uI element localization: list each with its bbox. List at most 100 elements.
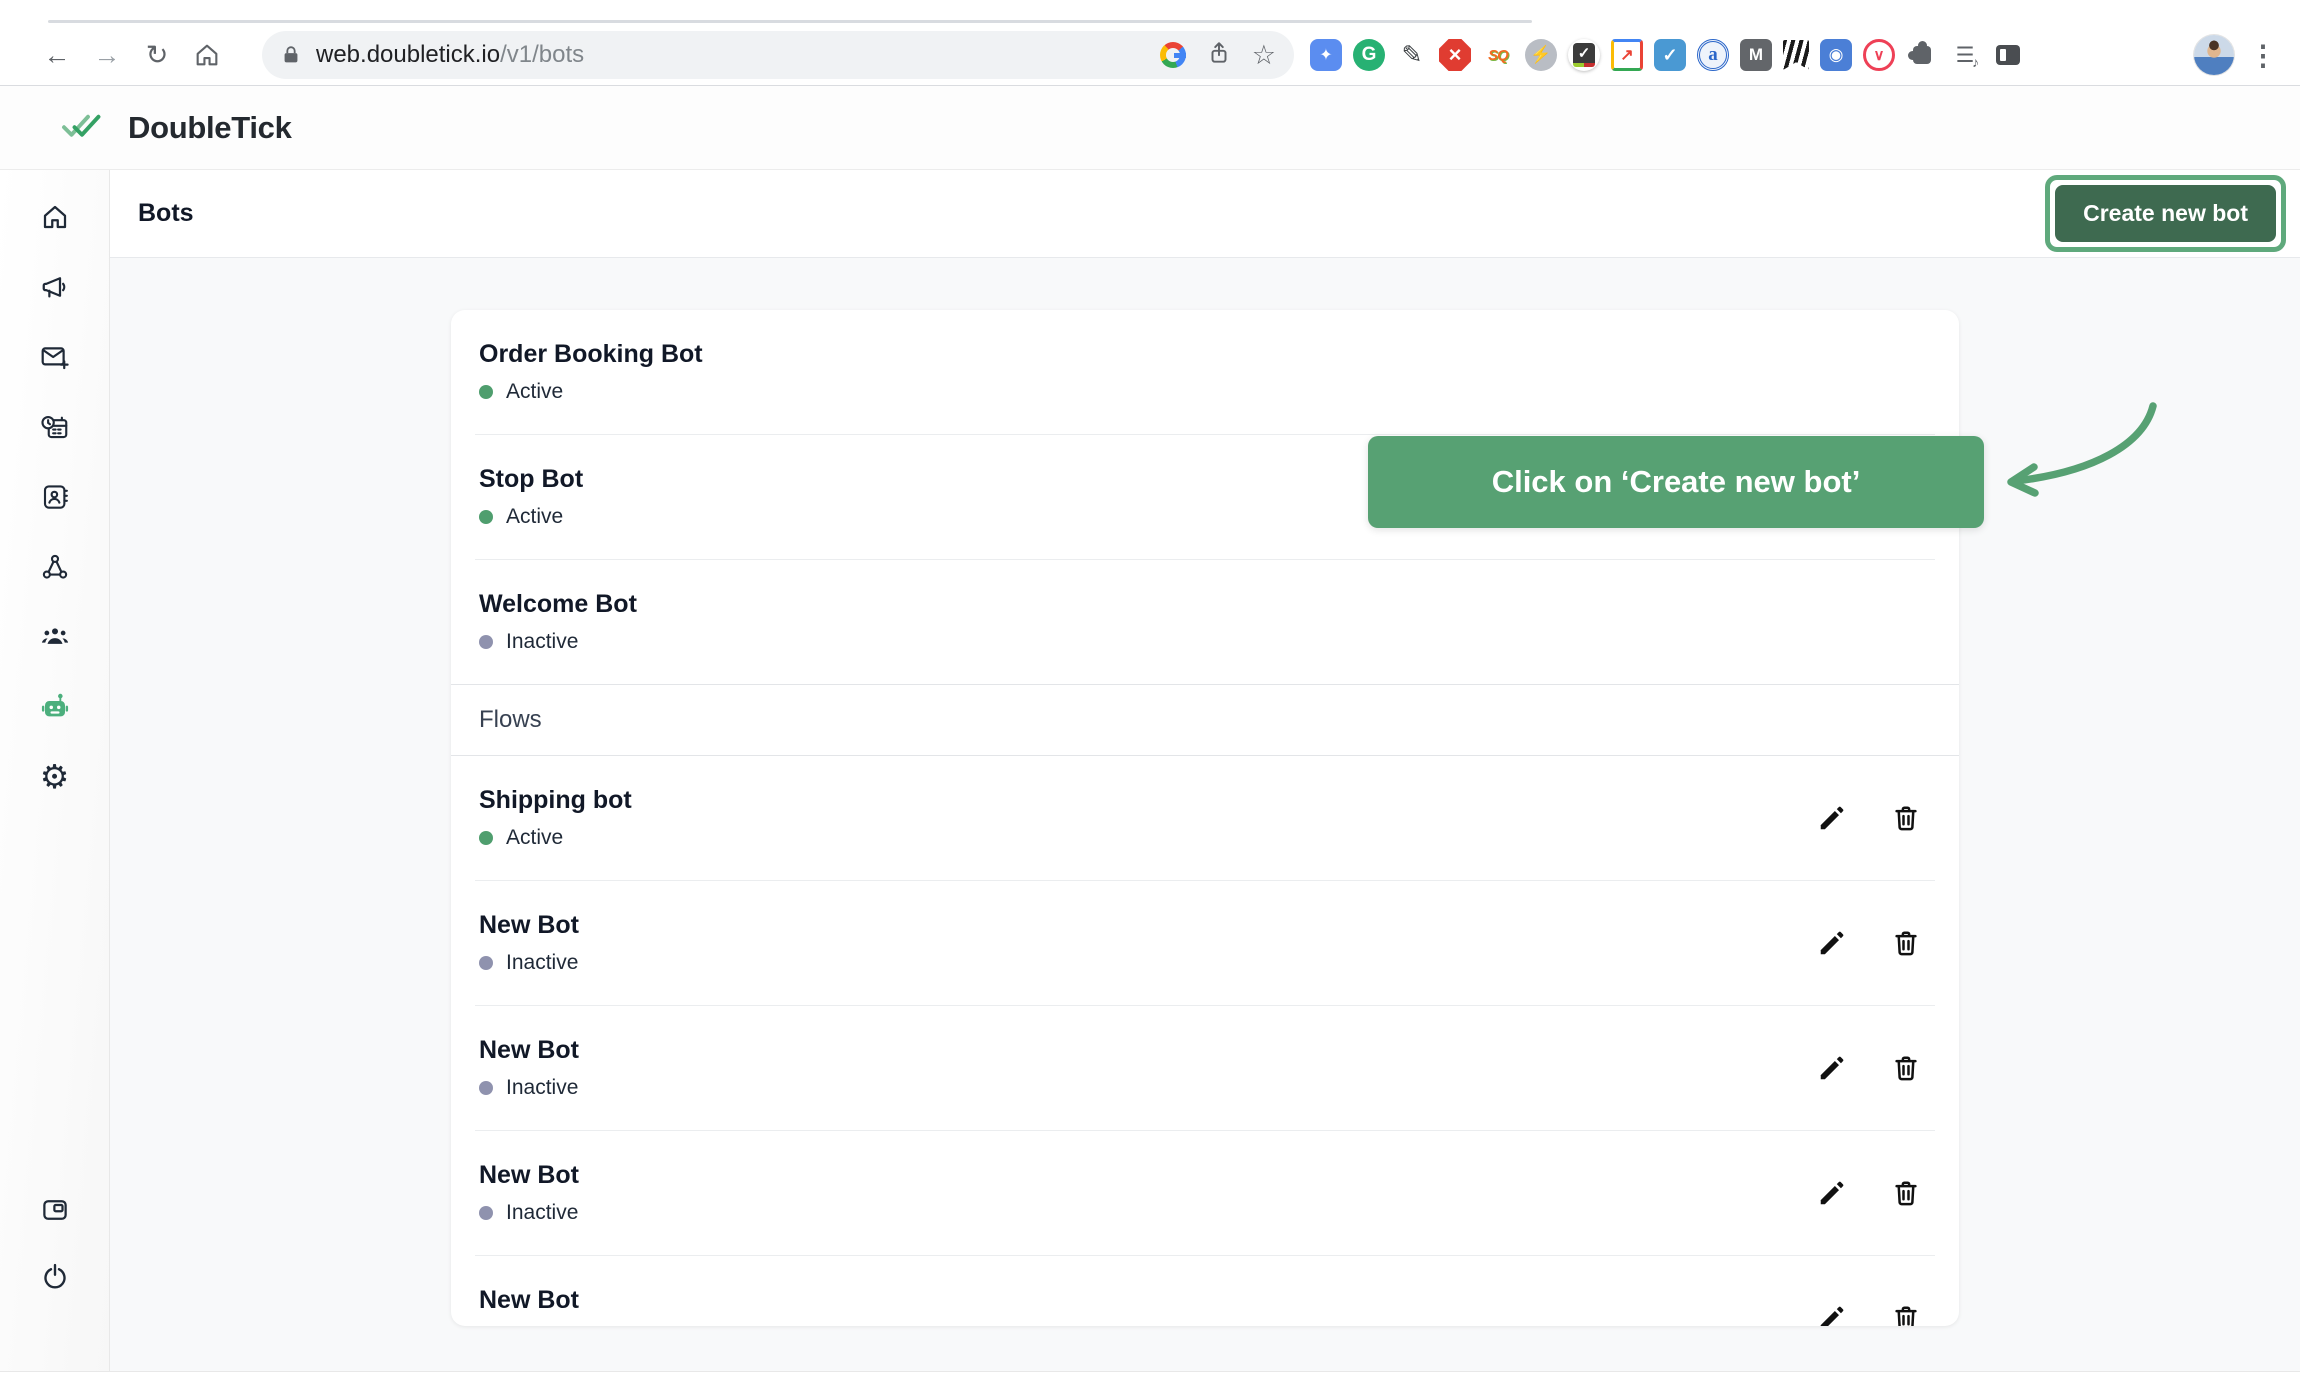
extensions-row: [1310, 39, 2024, 71]
bluecheck-icon[interactable]: [1654, 39, 1686, 71]
delete-bot-button[interactable]: [1891, 1053, 1921, 1083]
url-text: web.doubletick.io/v1/bots: [316, 41, 585, 68]
browser-window: ← → ↻ web.doubletick.io/v1/bots ☆ ✦ G ✎ …: [0, 0, 2300, 1372]
delete-bot-button[interactable]: [1891, 928, 1921, 958]
back-icon[interactable]: ←: [36, 34, 78, 76]
reload-icon[interactable]: ↻: [136, 34, 178, 76]
create-new-bot-button[interactable]: Create new bot: [2055, 185, 2276, 242]
flag-icon[interactable]: [1783, 40, 1809, 70]
image-icon[interactable]: [1611, 39, 1643, 71]
bot-status: Inactive: [479, 951, 579, 975]
page-header: Bots Create new bot: [110, 170, 2300, 258]
forward-icon[interactable]: →: [86, 34, 128, 76]
coach-arrow-icon: [2007, 402, 2157, 497]
browser-toolbar: ← → ↻ web.doubletick.io/v1/bots ☆: [0, 24, 2300, 86]
status-dot: [479, 385, 493, 399]
status-label: Inactive: [506, 1201, 579, 1224]
edit-bot-button[interactable]: [1817, 1178, 1847, 1208]
edit-bot-button[interactable]: [1817, 1053, 1847, 1083]
status-label: Active: [506, 826, 564, 849]
bot-actions: [1817, 1053, 1931, 1083]
side-panel-icon[interactable]: [33, 1195, 77, 1225]
content-area: Bots Create new bot Order Booking Bot Ac…: [110, 170, 2300, 1371]
sidebar-nav: ⚙: [0, 170, 110, 1371]
bot-actions: [1817, 928, 1931, 958]
status-label: Inactive: [506, 951, 579, 974]
bot-status: Active: [479, 380, 703, 404]
section-header: Flows: [451, 684, 1959, 756]
google-icon[interactable]: [1159, 42, 1186, 68]
puzzle-icon[interactable]: [1906, 39, 1938, 71]
bot-actions: [1817, 1178, 1931, 1208]
bot-info: Stop Bot Active: [479, 465, 583, 529]
a-circle-icon[interactable]: [1697, 39, 1729, 71]
grammarly-icon[interactable]: [1353, 39, 1385, 71]
tab-strip-edge: [48, 20, 1532, 23]
edit-bot-button[interactable]: [1817, 1303, 1847, 1326]
sidebar-bottom-group: [33, 1195, 77, 1291]
megaphone-icon[interactable]: [33, 272, 77, 302]
bot-title: Welcome Bot: [479, 590, 637, 618]
bot-status: Inactive: [479, 630, 637, 654]
bot-info: New Bot Inactive: [479, 1036, 579, 1100]
bot-row: New Bot Inactive: [451, 881, 1959, 1005]
bot-info: Order Booking Bot Active: [479, 340, 703, 404]
checker-icon[interactable]: [1568, 39, 1600, 71]
kebab-icon[interactable]: [2248, 34, 2278, 76]
url-bar[interactable]: web.doubletick.io/v1/bots ☆: [262, 31, 1294, 79]
bot-info: Welcome Bot Inactive: [479, 590, 637, 654]
bot-status: Inactive: [479, 1076, 579, 1100]
double-check-icon: [58, 107, 106, 148]
status-dot: [479, 635, 493, 649]
delete-bot-button[interactable]: [1891, 803, 1921, 833]
bot-info: New Bot Inactive: [479, 911, 579, 975]
podcast-icon[interactable]: [1820, 39, 1852, 71]
delete-bot-button[interactable]: [1891, 1303, 1921, 1326]
avatar[interactable]: [2194, 35, 2234, 75]
m-icon[interactable]: [1740, 39, 1772, 71]
delete-bot-button[interactable]: [1891, 1178, 1921, 1208]
bot-row: Welcome Bot Inactive: [451, 560, 1959, 684]
bot-title: New Bot: [479, 1036, 579, 1064]
brand-title: DoubleTick: [128, 109, 292, 145]
edit-bot-button[interactable]: [1817, 803, 1847, 833]
status-dot: [479, 1206, 493, 1220]
playlist-icon[interactable]: [1949, 39, 1981, 71]
bot-row: Shipping bot Active: [451, 756, 1959, 880]
status-label: Inactive: [506, 630, 579, 653]
star-icon[interactable]: ☆: [1252, 41, 1276, 69]
bot-actions: [1817, 1303, 1931, 1326]
status-dot: [479, 956, 493, 970]
bolt-icon[interactable]: [1525, 39, 1557, 71]
bot-info: Shipping bot Active: [479, 786, 632, 850]
eyedropper-icon[interactable]: [1396, 39, 1428, 71]
mail-plus-icon[interactable]: [33, 342, 77, 372]
sq-icon[interactable]: [1482, 39, 1514, 71]
chrome-right-group: [2194, 34, 2286, 76]
team-icon[interactable]: [33, 622, 77, 652]
robot-icon[interactable]: [33, 692, 77, 722]
bot-row: Order Booking Bot Active: [451, 310, 1959, 434]
bot-title: New Bot: [479, 1161, 579, 1189]
page-title: Bots: [138, 199, 194, 227]
panel-icon[interactable]: [1992, 39, 2024, 71]
home-icon[interactable]: [33, 202, 77, 232]
tag-icon[interactable]: [1310, 39, 1342, 71]
bot-info: New Bot Inactive: [479, 1286, 579, 1326]
share-icon[interactable]: [1206, 40, 1232, 71]
edit-bot-button[interactable]: [1817, 928, 1847, 958]
contact-book-icon[interactable]: [33, 482, 77, 512]
section-label: Flows: [479, 706, 542, 733]
browser-chrome: ← → ↻ web.doubletick.io/v1/bots ☆: [0, 0, 2300, 86]
coach-tooltip: Click on ‘Create new bot’: [1368, 436, 1984, 528]
status-dot: [479, 831, 493, 845]
share-nodes-icon[interactable]: [33, 552, 77, 582]
home-icon[interactable]: [186, 34, 228, 76]
gear-icon[interactable]: ⚙: [33, 760, 77, 793]
pocket-icon[interactable]: [1863, 39, 1895, 71]
adblock-icon[interactable]: [1439, 39, 1471, 71]
calendar-clock-icon[interactable]: [33, 412, 77, 442]
bot-row: New Bot Inactive: [451, 1131, 1959, 1255]
power-icon[interactable]: [33, 1261, 77, 1291]
status-label: Active: [506, 380, 564, 403]
